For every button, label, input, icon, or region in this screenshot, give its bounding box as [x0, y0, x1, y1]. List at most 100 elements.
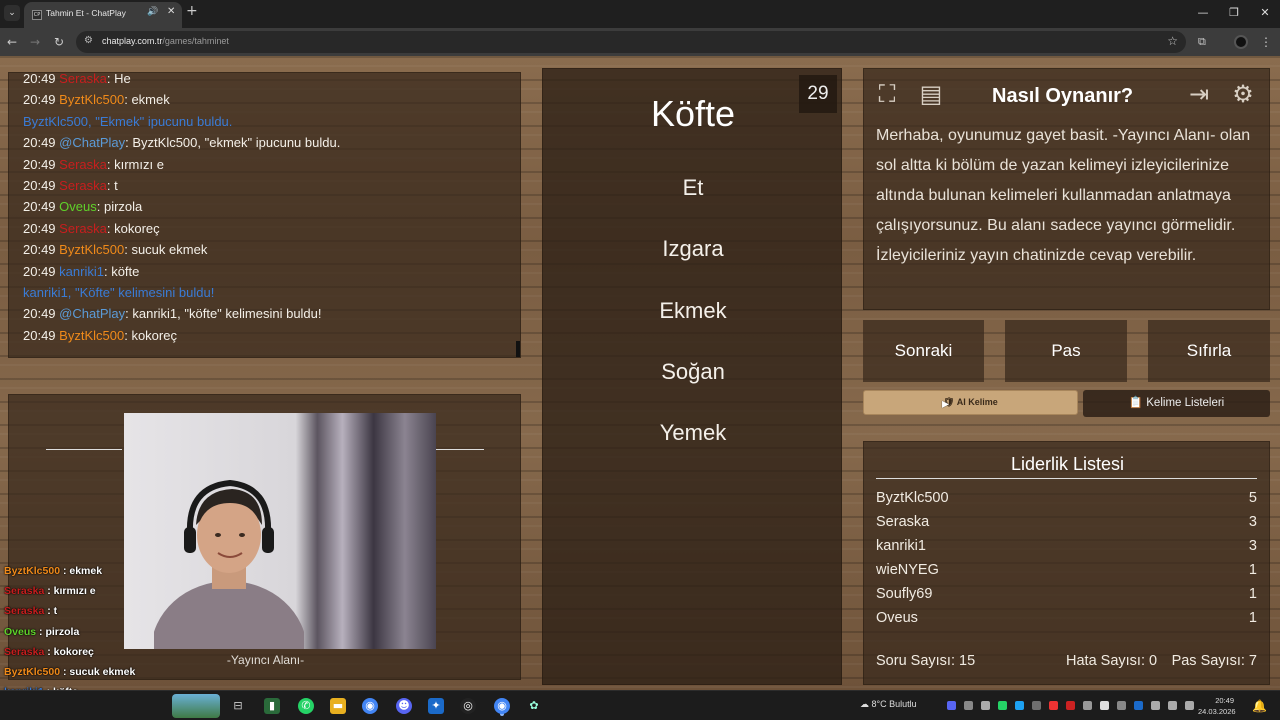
- tray-icon[interactable]: [964, 701, 973, 710]
- settings-gear-icon[interactable]: ⚙: [1226, 77, 1260, 111]
- chat-message: 20:49 Seraska: kırmızı e: [23, 156, 164, 172]
- bookmark-star-icon[interactable]: ☆: [1167, 34, 1178, 48]
- overlay-chat-username: Oveus: [4, 625, 37, 638]
- word-lists-button[interactable]: 📋 Kelime Listeleri: [1083, 390, 1270, 417]
- profile-avatar[interactable]: [1234, 35, 1248, 49]
- chat-message: 20:49 ByztKlc500: ekmek: [23, 92, 170, 108]
- main-word: Köfte: [650, 93, 736, 134]
- chrome-active-icon[interactable]: ◉: [494, 698, 510, 714]
- tray-icon[interactable]: [947, 701, 956, 710]
- chrome-icon[interactable]: ◉: [362, 698, 378, 714]
- player-name: kanriki1: [876, 538, 926, 554]
- tray-icon[interactable]: [1134, 701, 1143, 710]
- system-clock[interactable]: 20:49 24.03.2026: [1198, 695, 1236, 717]
- mouse-cursor-icon: ▸: [942, 396, 950, 412]
- overlay-chat-message: ByztKlc500 : sucuk ekmek: [4, 662, 164, 682]
- word-lists-label: Kelime Listeleri: [1146, 397, 1225, 409]
- whatsapp-icon[interactable]: ✆: [298, 698, 314, 714]
- weather-widget[interactable]: ☁ 8°C Bulutlu: [860, 699, 917, 710]
- chat-username[interactable]: ByztKlc500, "Ekmek" ipucunu buldu.: [23, 114, 232, 129]
- player-score: 1: [1248, 586, 1257, 602]
- chat-username[interactable]: ByztKlc500: [59, 242, 124, 257]
- fullscreen-icon[interactable]: ⛶: [870, 77, 904, 111]
- restore-button[interactable]: ❐: [1219, 4, 1249, 22]
- extensions-icon[interactable]: ⧉: [1198, 35, 1206, 49]
- widgets-button[interactable]: [172, 694, 220, 718]
- tray-icon[interactable]: [981, 701, 990, 710]
- site-info-icon[interactable]: ⚙: [84, 35, 93, 46]
- chat-username[interactable]: ByztKlc500: [59, 328, 124, 343]
- reload-icon[interactable]: ↻: [54, 35, 64, 49]
- chat-username[interactable]: Seraska: [59, 157, 107, 172]
- chat-text: kanriki1, "köfte" kelimesini buldu!: [132, 306, 322, 322]
- divider-left: [46, 449, 122, 450]
- tray-icon[interactable]: [1083, 701, 1092, 710]
- tray-icon[interactable]: [1100, 701, 1109, 710]
- chat-username[interactable]: Seraska: [59, 221, 107, 236]
- tab-search-button[interactable]: ⌄: [4, 5, 20, 21]
- next-button[interactable]: Sonraki: [863, 320, 984, 382]
- chat-username[interactable]: @ChatPlay: [59, 135, 125, 150]
- tray-icon[interactable]: [1049, 701, 1058, 710]
- obs-icon[interactable]: ◎: [460, 698, 476, 714]
- tray-icon[interactable]: [1117, 701, 1126, 710]
- file-explorer-icon[interactable]: ▬: [330, 698, 346, 714]
- volume-icon[interactable]: [1168, 701, 1177, 710]
- menu-kebab-icon[interactable]: ⋮: [1260, 35, 1272, 49]
- app-icon[interactable]: ✿: [526, 698, 542, 714]
- chat-timestamp: 20:49: [23, 156, 56, 172]
- task-view-icon[interactable]: ⊟: [230, 698, 246, 714]
- chat-message: 20:49 Seraska: He: [23, 72, 131, 86]
- battery-icon[interactable]: [1185, 701, 1194, 710]
- chat-timestamp: 20:49: [23, 135, 56, 151]
- reset-button[interactable]: Sıfırla: [1148, 320, 1270, 382]
- document-icon[interactable]: ▤: [914, 77, 948, 111]
- chat-timestamp: 20:49: [23, 242, 56, 258]
- cloud-icon: ☁: [860, 699, 872, 709]
- chat-text: t: [114, 177, 118, 193]
- player-name: ByztKlc500: [876, 490, 949, 506]
- chatplay-favicon-icon: CP: [32, 10, 42, 20]
- wifi-icon[interactable]: [1151, 701, 1160, 710]
- overlay-chat-username: ByztKlc500: [4, 565, 61, 577]
- chat-username[interactable]: kanriki1: [59, 264, 104, 279]
- speaker-icon[interactable]: 🔊: [147, 7, 158, 17]
- overlay-chat-message: Seraska : t: [4, 601, 164, 621]
- ai-word-button[interactable]: 🛡 AI Kelime: [863, 390, 1078, 415]
- tray-icon[interactable]: [1015, 701, 1024, 710]
- logout-icon[interactable]: ⇥: [1182, 77, 1216, 111]
- app-icon[interactable]: ✦: [428, 698, 444, 714]
- chat-message: 20:49 @ChatPlay: kanriki1, "köfte" kelim…: [23, 306, 322, 322]
- chat-message: 20:49 @ChatPlay: ByztKlc500, "ekmek" ipu…: [23, 135, 341, 151]
- tray-icon[interactable]: [998, 701, 1007, 710]
- app-icon[interactable]: ▮: [264, 698, 280, 714]
- overlay-chat-message: Oveus : pirzola: [4, 622, 164, 642]
- pass-button[interactable]: Pas: [1005, 320, 1127, 382]
- address-bar[interactable]: ⚙ chatplay.com.tr/games/tahminet ☆: [76, 31, 1186, 53]
- chat-username[interactable]: @ChatPlay: [59, 306, 125, 321]
- discord-icon[interactable]: ☻: [396, 698, 412, 714]
- clock-time: 20:49: [1215, 696, 1234, 705]
- forward-icon[interactable]: →: [30, 35, 40, 49]
- forbidden-word: Izgara: [662, 236, 724, 261]
- new-tab-button[interactable]: +: [186, 4, 198, 18]
- chat-scrollbar[interactable]: [516, 341, 520, 357]
- chat-username[interactable]: Oveus: [59, 199, 97, 214]
- back-icon[interactable]: ←: [7, 35, 17, 49]
- leaderboard-row: kanriki1 3: [876, 538, 1257, 562]
- close-window-button[interactable]: ✕: [1250, 4, 1280, 22]
- player-score: 3: [1248, 514, 1257, 530]
- minimize-button[interactable]: —: [1188, 4, 1218, 22]
- notification-bell-icon[interactable]: 🔔: [1252, 699, 1267, 713]
- chat-username[interactable]: ByztKlc500: [59, 92, 124, 107]
- overlay-chat-message: Seraska : kırmızı e: [4, 581, 164, 601]
- tray-icon[interactable]: [1032, 701, 1041, 710]
- tray-icon[interactable]: [1066, 701, 1075, 710]
- chat-username[interactable]: kanriki1, "Köfte" kelimesini buldu!: [23, 285, 214, 300]
- close-tab-icon[interactable]: ✕: [167, 6, 175, 17]
- chat-username[interactable]: Seraska: [59, 73, 107, 86]
- chat-panel[interactable]: 20:49 Seraska: He 20:49 ByztKlc500: ekmek…: [8, 72, 521, 358]
- browser-tab-active[interactable]: CP Tahmin Et - ChatPlay 🔊 ✕: [24, 2, 182, 28]
- chat-username[interactable]: Seraska: [59, 178, 107, 193]
- chat-text: kokoreç: [131, 327, 177, 343]
